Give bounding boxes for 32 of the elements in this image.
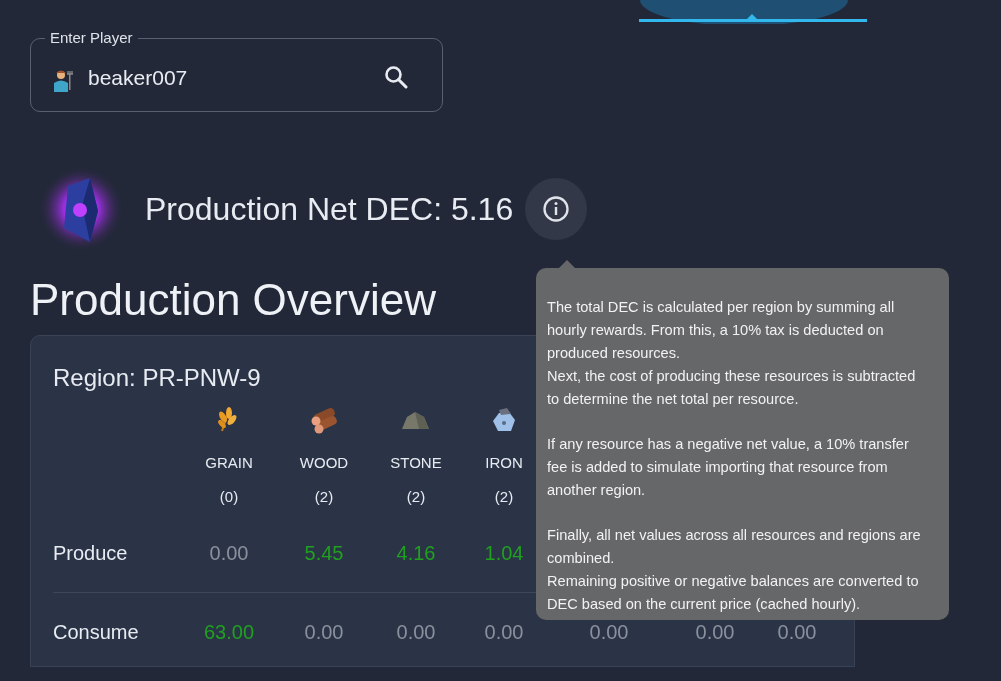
resource-name: IRON xyxy=(485,452,523,473)
resource-count: (2) xyxy=(494,486,514,507)
value-cell-text: 63.00 xyxy=(203,619,255,645)
tooltip-paragraph: The total DEC is calculated per region by summing all hourly rewards. From this, a 10% tax is deducted on produced resources. Next, the cost of producing these resources is subtracted to determine the net total per resource. xyxy=(547,298,917,409)
resource-count: (2) xyxy=(314,486,334,507)
resource-count: (0) xyxy=(219,486,239,507)
field-label: Enter Player xyxy=(49,28,134,48)
value-cell-text: 5.45 xyxy=(304,541,344,566)
value-cell-text: 1.04 xyxy=(484,541,524,566)
region-title: Region: PR-PNW-9 xyxy=(53,363,261,393)
row-label: Consume xyxy=(53,619,139,645)
resource-name: GRAIN xyxy=(205,452,253,473)
value-cell-text: 0.00 xyxy=(484,619,524,645)
page-heading: Production Overview xyxy=(30,274,436,326)
value-cell-text: 0.00 xyxy=(777,619,817,645)
value-cell-text: 0.00 xyxy=(209,541,249,566)
resource-count: (2) xyxy=(406,486,426,507)
net-dec-title: Production Net DEC: 5.16 xyxy=(145,190,514,229)
player-name-value: beaker007 xyxy=(88,64,189,91)
resource-name: WOOD xyxy=(299,452,349,473)
search-icon[interactable] xyxy=(384,65,408,90)
farmer-icon xyxy=(52,68,74,93)
value-cell-text: 0.00 xyxy=(396,619,436,645)
value-cell-text: 0.00 xyxy=(695,619,735,645)
value-cell-text: 0.00 xyxy=(589,619,629,645)
resource-name: STONE xyxy=(390,452,442,473)
tooltip-paragraph: Finally, all net values across all resources and regions are combined. Remaining positive or negative balances are converted to DEC based on the current price (cached hourly). xyxy=(547,526,922,614)
tooltip-paragraph: If any resource has a negative net value, a 10% transfer fee is added to simulate importing that resource from another region. xyxy=(547,435,910,500)
row-label: Produce xyxy=(53,541,128,566)
info-icon xyxy=(542,195,571,223)
value-cell-text: 4.16 xyxy=(396,541,436,566)
value-cell-text: 0.00 xyxy=(304,619,344,645)
